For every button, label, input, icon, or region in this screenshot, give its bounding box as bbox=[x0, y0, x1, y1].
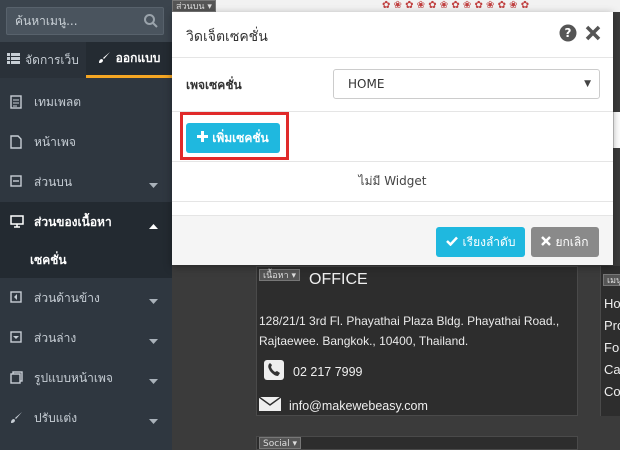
menu-link[interactable]: Ca bbox=[601, 359, 620, 381]
list-icon bbox=[7, 53, 21, 67]
sidebar-item-header[interactable]: ส่วนบน bbox=[0, 162, 172, 202]
page-section-select[interactable]: HOME ▼ bbox=[333, 69, 600, 99]
cancel-button[interactable]: ยกเลิก bbox=[531, 227, 599, 257]
modal-footer: เรียงลำดับ ยกเลิก bbox=[172, 215, 613, 265]
chevron-down-icon bbox=[149, 178, 158, 192]
phone-icon bbox=[263, 359, 285, 384]
menu-link[interactable]: Pro bbox=[601, 315, 620, 337]
footer-icon bbox=[10, 331, 24, 345]
office-widget-tag[interactable]: เนื้อหา ▾ bbox=[259, 269, 300, 281]
page-section-label: เพจเซคชั่น bbox=[186, 78, 242, 92]
menu-link[interactable]: Co bbox=[601, 381, 620, 403]
sidebar-nav: เทมเพลต หน้าเพจ ส่วนบน ส่วนของเนื้อหา เซ… bbox=[0, 82, 172, 438]
office-email: info@makewebeasy.com bbox=[258, 396, 428, 414]
sidebar-subitem-label: เซคชั่น bbox=[30, 252, 67, 267]
modal-header: วิดเจ็ตเซคชั่น ? bbox=[172, 12, 613, 58]
sidebar-item-label: รูปแบบหน้าเพจ bbox=[34, 370, 113, 385]
page-right-strip bbox=[613, 12, 620, 264]
svg-text:?: ? bbox=[565, 26, 572, 40]
search-icon[interactable] bbox=[143, 13, 159, 29]
envelope-icon bbox=[258, 396, 282, 414]
cancel-button-label: ยกเลิก bbox=[555, 234, 589, 249]
tab-design-label: ออกแบบ bbox=[115, 51, 161, 65]
tab-design[interactable]: ออกแบบ bbox=[86, 42, 172, 78]
layout-icon bbox=[10, 371, 24, 385]
sidebar-item-label: ส่วนบน bbox=[34, 174, 73, 189]
close-icon[interactable] bbox=[584, 24, 602, 42]
sort-button-label: เรียงลำดับ bbox=[462, 234, 516, 249]
sidebar-item-label: ส่วนด้านข้าง bbox=[34, 290, 100, 305]
chevron-down-icon bbox=[149, 294, 158, 308]
menu-widget-tag[interactable]: เมนู bbox=[603, 274, 620, 286]
page-icon bbox=[10, 135, 24, 149]
sidebar-item-template[interactable]: เทมเพลต bbox=[0, 82, 172, 122]
plus-icon bbox=[197, 131, 209, 145]
chevron-down-icon: ▼ bbox=[584, 79, 591, 89]
scroll-marker bbox=[613, 112, 620, 148]
social-widget[interactable]: Social ▾ bbox=[256, 436, 578, 450]
office-address: 128/21/1 3rd Fl. Phayathai Plaza Bldg. P… bbox=[259, 314, 560, 348]
empty-widget-message: ไม่มี Widget bbox=[172, 162, 613, 202]
menu-search-input[interactable] bbox=[6, 7, 164, 35]
menu-link[interactable]: Ho bbox=[601, 293, 620, 315]
page-header-strip: ✿ ❀ ✿ ❀ ✿ ❀ ✿ ❀ ✿ ❀ ✿ ❀ ✿ bbox=[172, 0, 620, 12]
add-section-row: เพิ่มเซคชั่น bbox=[172, 112, 613, 162]
office-phone: 02 217 7999 bbox=[263, 359, 363, 384]
close-icon bbox=[541, 235, 552, 249]
page-section-row: เพจเซคชั่น HOME ▼ bbox=[172, 58, 613, 112]
search-bar bbox=[0, 0, 172, 42]
chevron-down-icon bbox=[149, 334, 158, 348]
decoration-icon: ✿ ❀ ✿ ❀ ✿ ❀ ✿ ❀ ✿ ❀ ✿ ❀ ✿ bbox=[382, 0, 530, 11]
phone-number: 02 217 7999 bbox=[293, 364, 363, 379]
check-icon bbox=[445, 235, 458, 249]
sidebar-item-side[interactable]: ส่วนด้านข้าง bbox=[0, 278, 172, 318]
email-address: info@makewebeasy.com bbox=[289, 398, 428, 413]
add-section-button[interactable]: เพิ่มเซคชั่น bbox=[186, 123, 280, 153]
modal-title: วิดเจ็ตเซคชั่น bbox=[186, 29, 268, 45]
template-icon bbox=[10, 95, 24, 109]
sidebar-item-label: หน้าเพจ bbox=[34, 134, 76, 149]
sidebar-item-content[interactable]: ส่วนของเนื้อหา bbox=[0, 202, 172, 242]
sidebar-item-pages[interactable]: หน้าเพจ bbox=[0, 122, 172, 162]
sidebar: จัดการเว็บ ออกแบบ เทมเพลต หน้าเพจ ส่ว bbox=[0, 0, 172, 450]
sidebar-icon bbox=[10, 291, 24, 305]
sidebar-item-label: ส่วนล่าง bbox=[34, 330, 77, 345]
header-section-tag[interactable]: ส่วนบน ▾ bbox=[172, 0, 216, 12]
sidebar-tabs: จัดการเว็บ ออกแบบ bbox=[0, 42, 172, 78]
content-icon bbox=[10, 215, 24, 229]
page-section-value: HOME bbox=[348, 77, 385, 91]
sidebar-item-customize[interactable]: ปรับแต่ง bbox=[0, 398, 172, 438]
sidebar-item-footer[interactable]: ส่วนล่าง bbox=[0, 318, 172, 358]
customize-icon bbox=[10, 411, 24, 425]
tab-manage-site-label: จัดการเว็บ bbox=[25, 52, 79, 67]
widget-section-modal: วิดเจ็ตเซคชั่น ? เพจเซคชั่น HOME ▼ เพิ่ม… bbox=[172, 12, 613, 265]
chevron-up-icon bbox=[149, 218, 158, 232]
menu-link[interactable]: For bbox=[601, 337, 620, 359]
brush-icon bbox=[98, 51, 111, 67]
menu-widget[interactable]: เมนู Ho Pro For Ca Co bbox=[600, 266, 620, 416]
sidebar-item-label: ปรับแต่ง bbox=[34, 410, 78, 425]
tab-manage-site[interactable]: จัดการเว็บ bbox=[0, 42, 86, 78]
sidebar-item-page-layout[interactable]: รูปแบบหน้าเพจ bbox=[0, 358, 172, 398]
office-title: OFFICE bbox=[309, 271, 368, 288]
social-widget-tag[interactable]: Social ▾ bbox=[259, 437, 302, 449]
help-icon[interactable]: ? bbox=[559, 24, 577, 42]
sort-button[interactable]: เรียงลำดับ bbox=[436, 227, 525, 257]
sidebar-item-label: เทมเพลต bbox=[34, 94, 82, 109]
chevron-down-icon bbox=[149, 374, 158, 388]
sidebar-item-label: ส่วนของเนื้อหา bbox=[34, 214, 112, 229]
add-section-label: เพิ่มเซคชั่น bbox=[212, 130, 269, 145]
office-widget[interactable]: เนื้อหา ▾ OFFICE 128/21/1 3rd Fl. Phayat… bbox=[256, 266, 578, 416]
sidebar-subitem-section[interactable]: เซคชั่น bbox=[0, 242, 172, 278]
header-icon bbox=[10, 175, 24, 189]
chevron-down-icon bbox=[149, 414, 158, 428]
